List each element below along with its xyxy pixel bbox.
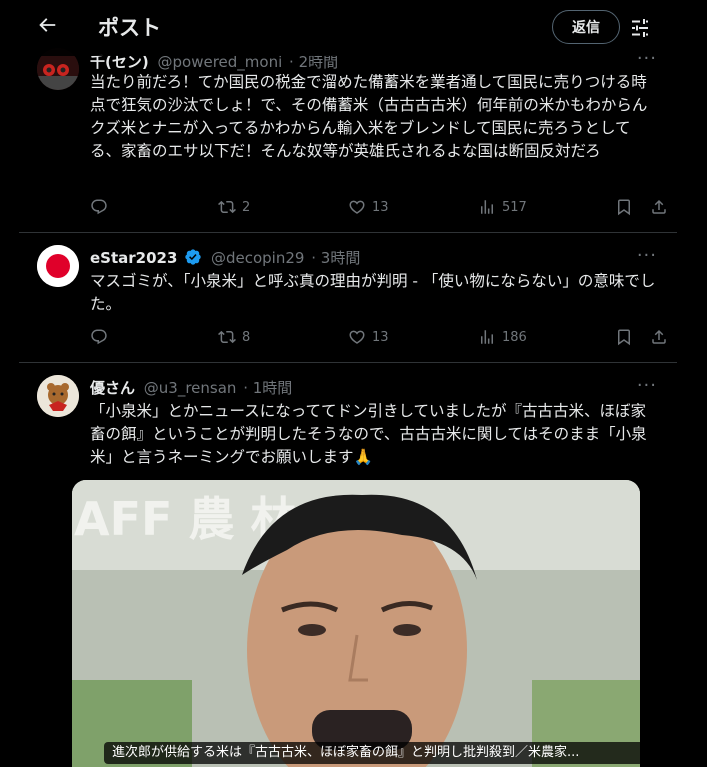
- top-header: ポスト 返信: [0, 0, 707, 56]
- tweet-meta: 優さん @u3_rensan · 1時間: [90, 377, 292, 398]
- reply-action[interactable]: [90, 198, 114, 216]
- tweet-text: 「小泉米」とかニュースになっててドン引きしていましたが『古古古米、ほぼ家畜の餌』…: [90, 402, 647, 466]
- view-count: 186: [502, 329, 527, 345]
- views-chart-icon: [481, 330, 493, 344]
- more-options-icon[interactable]: ···: [637, 245, 657, 266]
- media-caption: 進次郎が供給する米は『古古古米、ほぼ家畜の餌』と判明し批判殺到／米農家...: [104, 742, 645, 764]
- views-action[interactable]: 186: [478, 328, 527, 346]
- tweet-text: 当たり前だろ！てか国民の税金で溜めた備蓄米を業者通して国民に売りつける時点で狂気…: [90, 73, 648, 160]
- tweet-actions: 2 13 517: [90, 198, 666, 220]
- reply-icon: [91, 199, 107, 215]
- verified-badge-icon: [184, 248, 202, 270]
- reply-button[interactable]: 返信: [552, 10, 620, 44]
- display-name[interactable]: 優さん: [90, 379, 135, 397]
- repost-icon: [218, 200, 236, 214]
- tweet-meta: eStar2023 @decopin29 · 3時間: [90, 247, 360, 270]
- tweet-2[interactable]: eStar2023 @decopin29 · 3時間 ··· マスゴミが、「小泉…: [19, 233, 677, 362]
- like-action[interactable]: 13: [348, 328, 389, 346]
- avatar[interactable]: [37, 375, 79, 417]
- view-count: 517: [502, 199, 527, 215]
- tweet-text: マスゴミが、「小泉米」と呼ぶ真の理由が判明 - 「使い物にならない」の意味でした…: [90, 272, 656, 313]
- repost-count: 2: [242, 199, 251, 215]
- views-chart-icon: [481, 200, 493, 214]
- like-count: 13: [372, 199, 389, 215]
- user-handle[interactable]: @u3_rensan: [144, 379, 237, 397]
- like-action[interactable]: 13: [348, 198, 389, 216]
- views-action[interactable]: 517: [478, 198, 527, 216]
- reply-action[interactable]: [90, 328, 114, 346]
- heart-icon: [349, 200, 365, 214]
- share-icon[interactable]: [650, 198, 668, 220]
- repost-action[interactable]: 8: [218, 328, 250, 346]
- timestamp[interactable]: · 1時間: [243, 379, 292, 397]
- bookmark-icon[interactable]: [615, 198, 633, 220]
- heart-icon: [349, 330, 365, 344]
- repost-icon: [218, 330, 236, 344]
- repost-count: 8: [242, 329, 251, 345]
- avatar[interactable]: [37, 245, 79, 287]
- like-count: 13: [372, 329, 389, 345]
- more-options-icon[interactable]: ···: [637, 375, 657, 396]
- page-title: ポスト: [98, 16, 161, 40]
- share-icon[interactable]: [650, 328, 668, 350]
- sliders-icon[interactable]: [628, 16, 652, 40]
- back-arrow-icon[interactable]: [36, 14, 64, 42]
- reply-icon: [91, 329, 107, 345]
- user-handle[interactable]: @decopin29: [211, 249, 304, 267]
- repost-action[interactable]: 2: [218, 198, 250, 216]
- timestamp[interactable]: · 3時間: [311, 249, 360, 267]
- bookmark-icon[interactable]: [615, 328, 633, 350]
- tweet-media-image[interactable]: AFF 農 林 水: [72, 480, 640, 767]
- display-name[interactable]: eStar2023: [90, 249, 177, 267]
- tweet-actions: 8 13 186: [90, 328, 666, 350]
